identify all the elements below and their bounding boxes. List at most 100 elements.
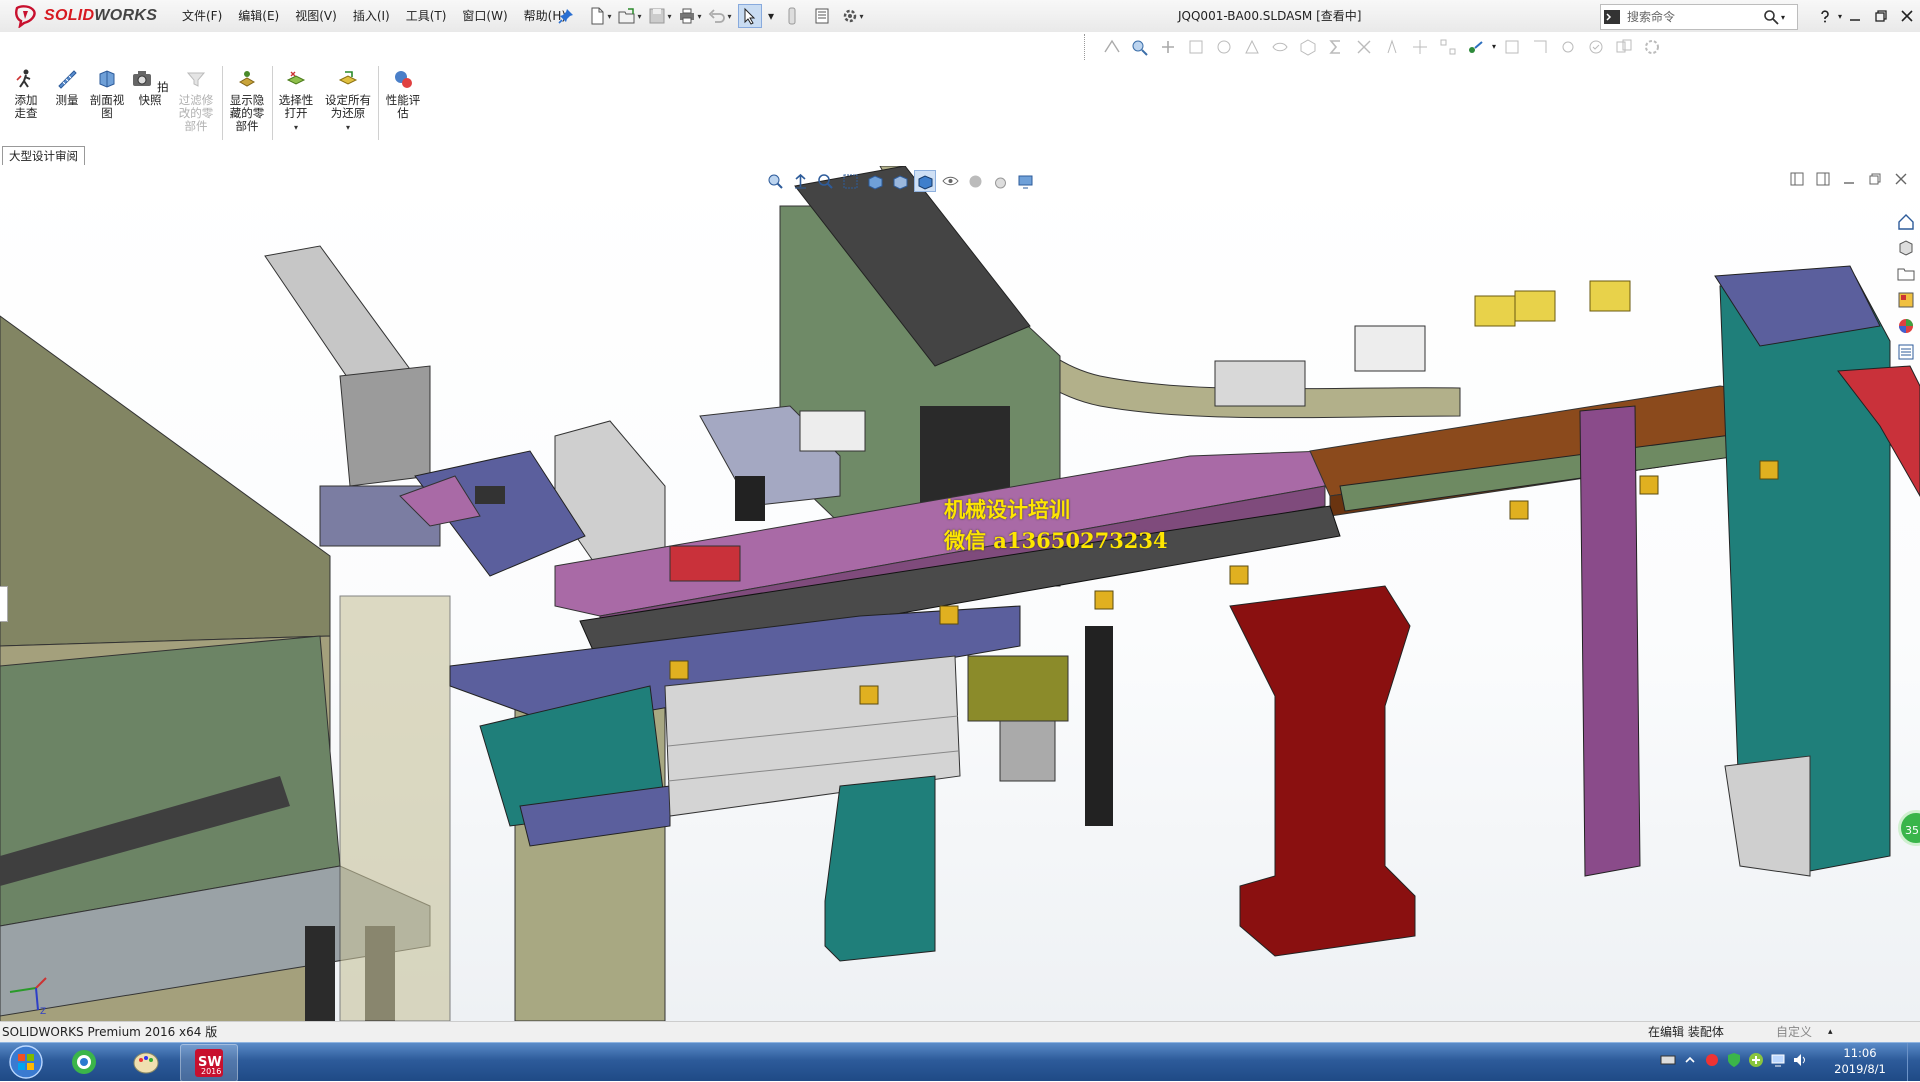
units-custom-text[interactable]: 自定义	[1776, 1022, 1812, 1043]
menu-tools[interactable]: 工具(T)	[398, 0, 455, 32]
windows-start-icon[interactable]	[6, 1044, 46, 1080]
zoom-area-button[interactable]	[814, 170, 836, 192]
performance-evaluation-button[interactable]: 性能评估	[382, 68, 424, 120]
tab-large-design-review[interactable]: 大型设计审阅	[2, 146, 85, 165]
taskpane-file-explorer[interactable]	[1894, 262, 1918, 286]
search-input[interactable]	[1625, 9, 1759, 25]
taskbar-app-paint[interactable]	[118, 1044, 174, 1080]
selective-open-button[interactable]: 选择性打开 ▾	[276, 68, 316, 134]
show-desktop-button[interactable]	[1907, 1043, 1920, 1081]
path-dropdown-icon[interactable]: ▾	[1492, 35, 1496, 59]
filter-modified-button[interactable]: 过滤修改的零部件	[176, 68, 216, 133]
hide-show-items-button[interactable]	[939, 170, 961, 192]
viewport-restore-icon[interactable]	[1868, 172, 1882, 186]
set-all-restore-dropdown-icon[interactable]: ▾	[322, 121, 374, 134]
save-button[interactable]: ▾	[648, 4, 672, 28]
solidworks-logo[interactable]: SOLIDWORKS	[14, 3, 157, 29]
menu-insert[interactable]: 插入(I)	[345, 0, 398, 32]
tool-hole[interactable]	[1556, 35, 1580, 59]
search-dropdown-icon[interactable]: ▾	[1781, 13, 1785, 22]
taskpane-view-palette[interactable]	[1894, 288, 1918, 312]
tool-explode[interactable]	[1352, 35, 1376, 59]
tool-appearance[interactable]	[1212, 35, 1236, 59]
tool-section[interactable]	[1240, 35, 1264, 59]
tool-mate[interactable]	[1156, 35, 1180, 59]
restore-button[interactable]	[1868, 0, 1894, 32]
tray-expand-icon[interactable]	[1682, 1052, 1698, 1068]
taskbar-app-360[interactable]	[56, 1044, 112, 1080]
tool-rotate[interactable]	[1184, 35, 1208, 59]
taskpane-appearances[interactable]	[1894, 314, 1918, 338]
file-properties-button[interactable]	[810, 4, 834, 28]
show-hidden-components-button[interactable]: 显示隐藏的零部件	[226, 68, 268, 133]
section-view-button[interactable]: 剖面视图	[88, 68, 126, 120]
view-orientation-button[interactable]	[864, 170, 886, 192]
print-button[interactable]: ▾	[678, 4, 702, 28]
tool-smart-dimension[interactable]	[1100, 35, 1124, 59]
shield-icon[interactable]	[1726, 1052, 1742, 1068]
tool-check[interactable]	[1584, 35, 1608, 59]
tool-interference[interactable]	[1500, 35, 1524, 59]
tool-shade[interactable]	[1296, 35, 1320, 59]
shaded-with-edges-button[interactable]	[914, 170, 936, 192]
tool-sum[interactable]	[1324, 35, 1348, 59]
check-icon	[1589, 40, 1603, 54]
tray-app-icon[interactable]	[1704, 1052, 1720, 1068]
measure-button[interactable]: 测量	[50, 68, 84, 107]
select-button[interactable]	[738, 4, 762, 28]
view-settings-button[interactable]	[1014, 170, 1036, 192]
folder-icon	[1897, 268, 1915, 281]
select-dropdown-icon[interactable]: ▾	[768, 9, 774, 23]
taskpane-design-library[interactable]	[1894, 236, 1918, 260]
keyboard-icon[interactable]	[1660, 1052, 1676, 1068]
taskbar-clock[interactable]: 11:06 2019/8/1	[1820, 1045, 1900, 1077]
close-button[interactable]	[1894, 0, 1920, 32]
graphics-area[interactable]: 机械设计培训 微信 a13650273234 Z 35	[0, 166, 1920, 1021]
tool-settings[interactable]	[1640, 35, 1664, 59]
pin-icon[interactable]	[558, 8, 574, 24]
viewport-minimize-icon[interactable]	[1842, 172, 1856, 186]
previous-view-button[interactable]	[789, 170, 811, 192]
edit-appearance-button[interactable]	[964, 170, 986, 192]
rebuild-button[interactable]	[780, 4, 804, 28]
menu-window[interactable]: 窗口(W)	[454, 0, 515, 32]
menu-edit[interactable]: 编辑(E)	[230, 0, 287, 32]
options-button[interactable]: ▾	[840, 4, 864, 28]
plus-circle-icon[interactable]	[1748, 1052, 1764, 1068]
feature-manager-flyout-handle[interactable]	[0, 586, 8, 622]
undo-button[interactable]: ▾	[708, 4, 732, 28]
taskpane-custom-properties[interactable]	[1894, 340, 1918, 364]
tool-compare[interactable]	[1612, 35, 1636, 59]
help-button[interactable]	[1812, 0, 1838, 32]
open-button[interactable]: ▾	[618, 4, 642, 28]
taskbar-app-solidworks[interactable]: SW 2016	[180, 1044, 238, 1082]
selective-open-dropdown-icon[interactable]: ▾	[276, 121, 316, 134]
volume-icon[interactable]	[1792, 1052, 1808, 1068]
menu-view[interactable]: 视图(V)	[287, 0, 345, 32]
tool-move[interactable]	[1408, 35, 1432, 59]
taskpane-resources[interactable]	[1894, 210, 1918, 234]
tile-left-icon[interactable]	[1790, 172, 1804, 186]
set-all-restore-button[interactable]: 设定所有为还原 ▾	[322, 68, 374, 134]
walkthrough-button[interactable]: 添加走查	[6, 68, 46, 120]
network-icon[interactable]	[1770, 1052, 1786, 1068]
tool-path[interactable]	[1464, 35, 1488, 59]
clock-time: 11:06	[1843, 1046, 1877, 1060]
tool-pattern[interactable]	[1436, 35, 1460, 59]
viewport-close-icon[interactable]	[1894, 172, 1908, 186]
minimize-button[interactable]	[1842, 0, 1868, 32]
apply-scene-button[interactable]	[989, 170, 1011, 192]
menu-file[interactable]: 文件(F)	[174, 0, 230, 32]
tile-right-icon[interactable]	[1816, 172, 1830, 186]
new-document-button[interactable]: ▾	[588, 4, 612, 28]
tool-zoom[interactable]	[1128, 35, 1152, 59]
tool-hide[interactable]	[1268, 35, 1292, 59]
tool-clearance[interactable]	[1528, 35, 1552, 59]
zoom-to-fit-button[interactable]	[764, 170, 786, 192]
display-style-button[interactable]	[889, 170, 911, 192]
section-view-hud-button[interactable]	[839, 170, 861, 192]
tool-light[interactable]	[1380, 35, 1404, 59]
units-dropdown-icon[interactable]: ▴	[1828, 1022, 1833, 1043]
snapshot-button[interactable]: 拍快照	[130, 68, 170, 107]
search-icon[interactable]	[1763, 9, 1779, 25]
